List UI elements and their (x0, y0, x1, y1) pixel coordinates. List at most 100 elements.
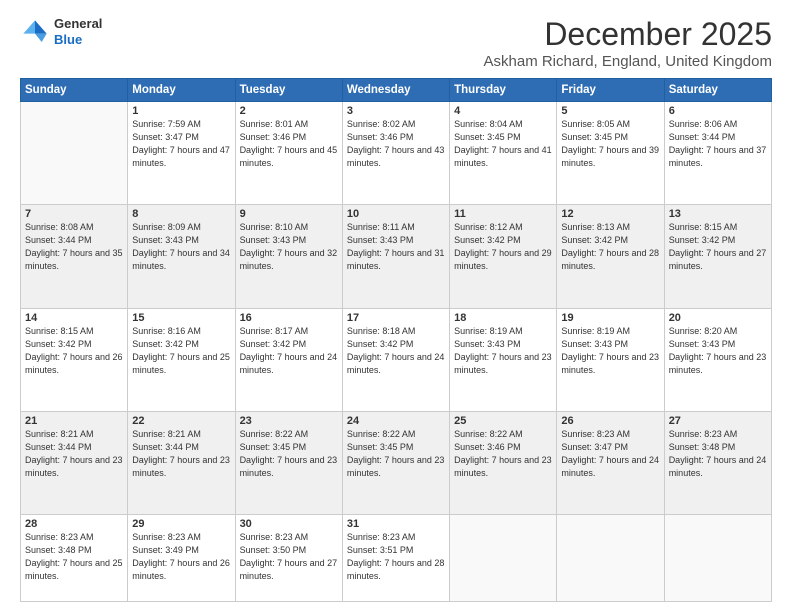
calendar-day-cell: 12Sunrise: 8:13 AMSunset: 3:42 PMDayligh… (557, 205, 664, 308)
day-info: Sunrise: 8:22 AMSunset: 3:45 PMDaylight:… (347, 428, 445, 480)
day-number: 21 (25, 415, 123, 427)
calendar-day-cell: 23Sunrise: 8:22 AMSunset: 3:45 PMDayligh… (235, 411, 342, 514)
day-number: 31 (347, 518, 445, 530)
calendar-day-cell: 20Sunrise: 8:20 AMSunset: 3:43 PMDayligh… (664, 308, 771, 411)
day-info: Sunrise: 8:22 AMSunset: 3:45 PMDaylight:… (240, 428, 338, 480)
day-number: 27 (669, 415, 767, 427)
month-title: December 2025 (484, 16, 773, 53)
calendar-day-cell (557, 515, 664, 602)
calendar-day-cell (450, 515, 557, 602)
day-info: Sunrise: 8:21 AMSunset: 3:44 PMDaylight:… (25, 428, 123, 480)
day-number: 30 (240, 518, 338, 530)
logo-general: General (54, 16, 102, 32)
logo-icon (20, 17, 50, 47)
calendar-day-cell: 8Sunrise: 8:09 AMSunset: 3:43 PMDaylight… (128, 205, 235, 308)
calendar-day-cell: 16Sunrise: 8:17 AMSunset: 3:42 PMDayligh… (235, 308, 342, 411)
calendar-day-cell: 22Sunrise: 8:21 AMSunset: 3:44 PMDayligh… (128, 411, 235, 514)
day-number: 26 (561, 415, 659, 427)
calendar-day-cell (664, 515, 771, 602)
calendar-week-row: 21Sunrise: 8:21 AMSunset: 3:44 PMDayligh… (21, 411, 772, 514)
calendar-day-cell: 7Sunrise: 8:08 AMSunset: 3:44 PMDaylight… (21, 205, 128, 308)
day-number: 8 (132, 208, 230, 220)
calendar-table: SundayMondayTuesdayWednesdayThursdayFrid… (20, 78, 772, 602)
day-info: Sunrise: 7:59 AMSunset: 3:47 PMDaylight:… (132, 118, 230, 170)
day-info: Sunrise: 8:16 AMSunset: 3:42 PMDaylight:… (132, 325, 230, 377)
calendar-day-cell: 31Sunrise: 8:23 AMSunset: 3:51 PMDayligh… (342, 515, 449, 602)
day-number: 23 (240, 415, 338, 427)
day-number: 29 (132, 518, 230, 530)
day-info: Sunrise: 8:15 AMSunset: 3:42 PMDaylight:… (25, 325, 123, 377)
day-number: 25 (454, 415, 552, 427)
day-info: Sunrise: 8:15 AMSunset: 3:42 PMDaylight:… (669, 221, 767, 273)
day-info: Sunrise: 8:21 AMSunset: 3:44 PMDaylight:… (132, 428, 230, 480)
day-header-wednesday: Wednesday (342, 79, 449, 102)
calendar-day-cell: 24Sunrise: 8:22 AMSunset: 3:45 PMDayligh… (342, 411, 449, 514)
day-info: Sunrise: 8:17 AMSunset: 3:42 PMDaylight:… (240, 325, 338, 377)
calendar-week-row: 1Sunrise: 7:59 AMSunset: 3:47 PMDaylight… (21, 102, 772, 205)
day-number: 20 (669, 312, 767, 324)
calendar-day-cell (21, 102, 128, 205)
day-number: 22 (132, 415, 230, 427)
day-header-sunday: Sunday (21, 79, 128, 102)
day-info: Sunrise: 8:12 AMSunset: 3:42 PMDaylight:… (454, 221, 552, 273)
calendar-day-cell: 4Sunrise: 8:04 AMSunset: 3:45 PMDaylight… (450, 102, 557, 205)
day-info: Sunrise: 8:23 AMSunset: 3:47 PMDaylight:… (561, 428, 659, 480)
logo-text: General Blue (54, 16, 102, 47)
calendar-day-cell: 25Sunrise: 8:22 AMSunset: 3:46 PMDayligh… (450, 411, 557, 514)
calendar-day-cell: 9Sunrise: 8:10 AMSunset: 3:43 PMDaylight… (235, 205, 342, 308)
day-info: Sunrise: 8:23 AMSunset: 3:50 PMDaylight:… (240, 531, 338, 583)
day-header-saturday: Saturday (664, 79, 771, 102)
day-info: Sunrise: 8:18 AMSunset: 3:42 PMDaylight:… (347, 325, 445, 377)
title-block: December 2025 Askham Richard, England, U… (484, 16, 773, 70)
day-number: 13 (669, 208, 767, 220)
day-number: 14 (25, 312, 123, 324)
day-info: Sunrise: 8:06 AMSunset: 3:44 PMDaylight:… (669, 118, 767, 170)
day-number: 3 (347, 105, 445, 117)
day-info: Sunrise: 8:19 AMSunset: 3:43 PMDaylight:… (561, 325, 659, 377)
day-header-thursday: Thursday (450, 79, 557, 102)
day-number: 12 (561, 208, 659, 220)
day-number: 28 (25, 518, 123, 530)
day-number: 5 (561, 105, 659, 117)
day-info: Sunrise: 8:23 AMSunset: 3:48 PMDaylight:… (669, 428, 767, 480)
day-number: 19 (561, 312, 659, 324)
page: General Blue December 2025 Askham Richar… (0, 0, 792, 612)
location: Askham Richard, England, United Kingdom (484, 53, 773, 70)
day-info: Sunrise: 8:02 AMSunset: 3:46 PMDaylight:… (347, 118, 445, 170)
day-info: Sunrise: 8:23 AMSunset: 3:49 PMDaylight:… (132, 531, 230, 583)
day-header-tuesday: Tuesday (235, 79, 342, 102)
day-info: Sunrise: 8:20 AMSunset: 3:43 PMDaylight:… (669, 325, 767, 377)
day-header-monday: Monday (128, 79, 235, 102)
day-number: 15 (132, 312, 230, 324)
calendar-day-cell: 1Sunrise: 7:59 AMSunset: 3:47 PMDaylight… (128, 102, 235, 205)
day-number: 24 (347, 415, 445, 427)
day-number: 1 (132, 105, 230, 117)
calendar-day-cell: 14Sunrise: 8:15 AMSunset: 3:42 PMDayligh… (21, 308, 128, 411)
day-info: Sunrise: 8:19 AMSunset: 3:43 PMDaylight:… (454, 325, 552, 377)
calendar-day-cell: 19Sunrise: 8:19 AMSunset: 3:43 PMDayligh… (557, 308, 664, 411)
calendar-day-cell: 13Sunrise: 8:15 AMSunset: 3:42 PMDayligh… (664, 205, 771, 308)
day-info: Sunrise: 8:10 AMSunset: 3:43 PMDaylight:… (240, 221, 338, 273)
day-number: 10 (347, 208, 445, 220)
day-number: 16 (240, 312, 338, 324)
day-info: Sunrise: 8:11 AMSunset: 3:43 PMDaylight:… (347, 221, 445, 273)
calendar-header-row: SundayMondayTuesdayWednesdayThursdayFrid… (21, 79, 772, 102)
day-number: 2 (240, 105, 338, 117)
day-number: 6 (669, 105, 767, 117)
day-info: Sunrise: 8:22 AMSunset: 3:46 PMDaylight:… (454, 428, 552, 480)
calendar-day-cell: 21Sunrise: 8:21 AMSunset: 3:44 PMDayligh… (21, 411, 128, 514)
calendar-day-cell: 11Sunrise: 8:12 AMSunset: 3:42 PMDayligh… (450, 205, 557, 308)
logo: General Blue (20, 16, 102, 47)
calendar-day-cell: 27Sunrise: 8:23 AMSunset: 3:48 PMDayligh… (664, 411, 771, 514)
calendar-day-cell: 6Sunrise: 8:06 AMSunset: 3:44 PMDaylight… (664, 102, 771, 205)
day-info: Sunrise: 8:05 AMSunset: 3:45 PMDaylight:… (561, 118, 659, 170)
calendar-day-cell: 3Sunrise: 8:02 AMSunset: 3:46 PMDaylight… (342, 102, 449, 205)
calendar-day-cell: 15Sunrise: 8:16 AMSunset: 3:42 PMDayligh… (128, 308, 235, 411)
calendar-day-cell: 5Sunrise: 8:05 AMSunset: 3:45 PMDaylight… (557, 102, 664, 205)
logo-blue: Blue (54, 32, 102, 48)
calendar-week-row: 7Sunrise: 8:08 AMSunset: 3:44 PMDaylight… (21, 205, 772, 308)
day-header-friday: Friday (557, 79, 664, 102)
calendar-day-cell: 28Sunrise: 8:23 AMSunset: 3:48 PMDayligh… (21, 515, 128, 602)
day-info: Sunrise: 8:13 AMSunset: 3:42 PMDaylight:… (561, 221, 659, 273)
calendar-week-row: 28Sunrise: 8:23 AMSunset: 3:48 PMDayligh… (21, 515, 772, 602)
